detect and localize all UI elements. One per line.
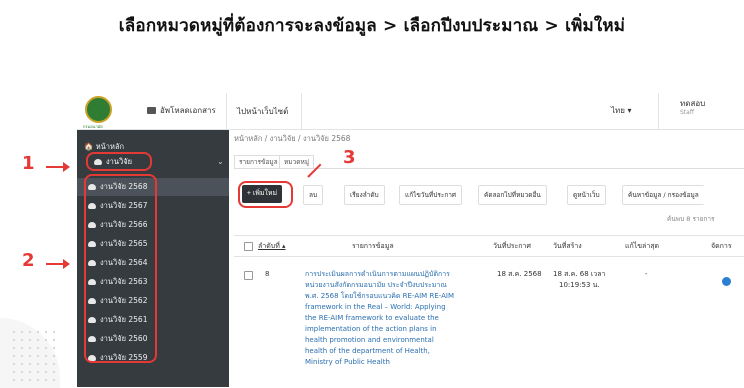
- tab-data-list[interactable]: รายการข้อมูล: [234, 155, 283, 169]
- row-title-link[interactable]: การประเมินผลการดำเนินการตามแผนปฏิบัติการ…: [305, 269, 485, 368]
- annotation-box-years: [84, 174, 157, 363]
- instruction-headline: เลือกหมวดหมู่ที่ต้องการจะลงข้อมูล > เลือ…: [118, 16, 626, 36]
- annotation-number-3: 3: [343, 147, 356, 168]
- search-filter-button[interactable]: ค้นหาข้อมูล / กรองข้อมูล: [622, 185, 704, 205]
- column-header-actions: จัดการ: [711, 242, 732, 250]
- gear-icon[interactable]: [722, 277, 731, 286]
- divider: [658, 93, 659, 129]
- row-last-edit: -: [645, 270, 648, 278]
- chevron-down-icon[interactable]: ⌄: [217, 157, 224, 166]
- sort-button[interactable]: เรียงลำดับ: [344, 185, 385, 205]
- copy-to-category-button[interactable]: คัดลอกไปที่หมวดอื่น: [478, 185, 547, 205]
- divider: [234, 235, 744, 236]
- annotation-number-1: 1: [22, 153, 35, 174]
- row-order: 8: [265, 270, 270, 278]
- row-created-time: 10:19:53 น.: [559, 281, 600, 289]
- folder-icon: [147, 107, 156, 114]
- decorative-dots: [10, 328, 60, 387]
- divider: [234, 256, 744, 257]
- row-created-date: 18 ส.ค. 68 เวลา: [553, 270, 606, 278]
- tab-categories[interactable]: หมวดหมู่: [279, 155, 315, 169]
- row-announce-date: 18 ส.ค. 2568: [497, 270, 542, 278]
- column-header-announce-date: วันที่ประกาศ: [493, 242, 531, 250]
- app-window: กรมอนามัย อัพโหลดเอกสาร ไปหน้าเว็บไซต์ ไ…: [77, 93, 744, 387]
- arrow-icon: [46, 162, 70, 172]
- annotation-number-2: 2: [22, 250, 35, 271]
- annotation-box-category: [86, 152, 152, 171]
- delete-button[interactable]: ลบ: [303, 185, 324, 205]
- result-count: ค้นพบ 8 รายการ: [667, 215, 715, 223]
- upload-documents-link[interactable]: อัพโหลดเอกสาร: [147, 104, 216, 117]
- annotation-box-add: [238, 181, 293, 208]
- upload-label: อัพโหลดเอกสาร: [160, 106, 216, 115]
- arrow-icon: [46, 259, 70, 269]
- edit-announce-date-button[interactable]: แก้ไขวันที่ประกาศ: [399, 185, 463, 205]
- language-select[interactable]: ไทย ▾: [611, 104, 632, 117]
- divider: [234, 168, 744, 169]
- row-checkbox[interactable]: [244, 271, 253, 280]
- column-header-created: วันที่สร้าง: [553, 242, 582, 250]
- user-role: Staff: [680, 109, 694, 116]
- department-logo-icon[interactable]: [85, 96, 112, 123]
- view-website-button[interactable]: ดูหน้าเว็บ: [567, 185, 606, 205]
- select-all-checkbox[interactable]: [244, 242, 253, 251]
- breadcrumb[interactable]: หน้าหลัก / งานวิจัย / งานวิจัย 2568: [234, 133, 350, 145]
- column-header-order[interactable]: ลำดับที่ ▴: [258, 241, 286, 252]
- top-bar: กรมอนามัย อัพโหลดเอกสาร ไปหน้าเว็บไซต์ ไ…: [77, 93, 744, 130]
- column-header-last-edit: แก้ไขล่าสุด: [625, 242, 660, 250]
- go-to-website-tab[interactable]: ไปหน้าเว็บไซต์: [226, 93, 302, 129]
- column-header-title: รายการข้อมูล: [352, 242, 394, 250]
- logo-caption: กรมอนามัย: [83, 124, 103, 129]
